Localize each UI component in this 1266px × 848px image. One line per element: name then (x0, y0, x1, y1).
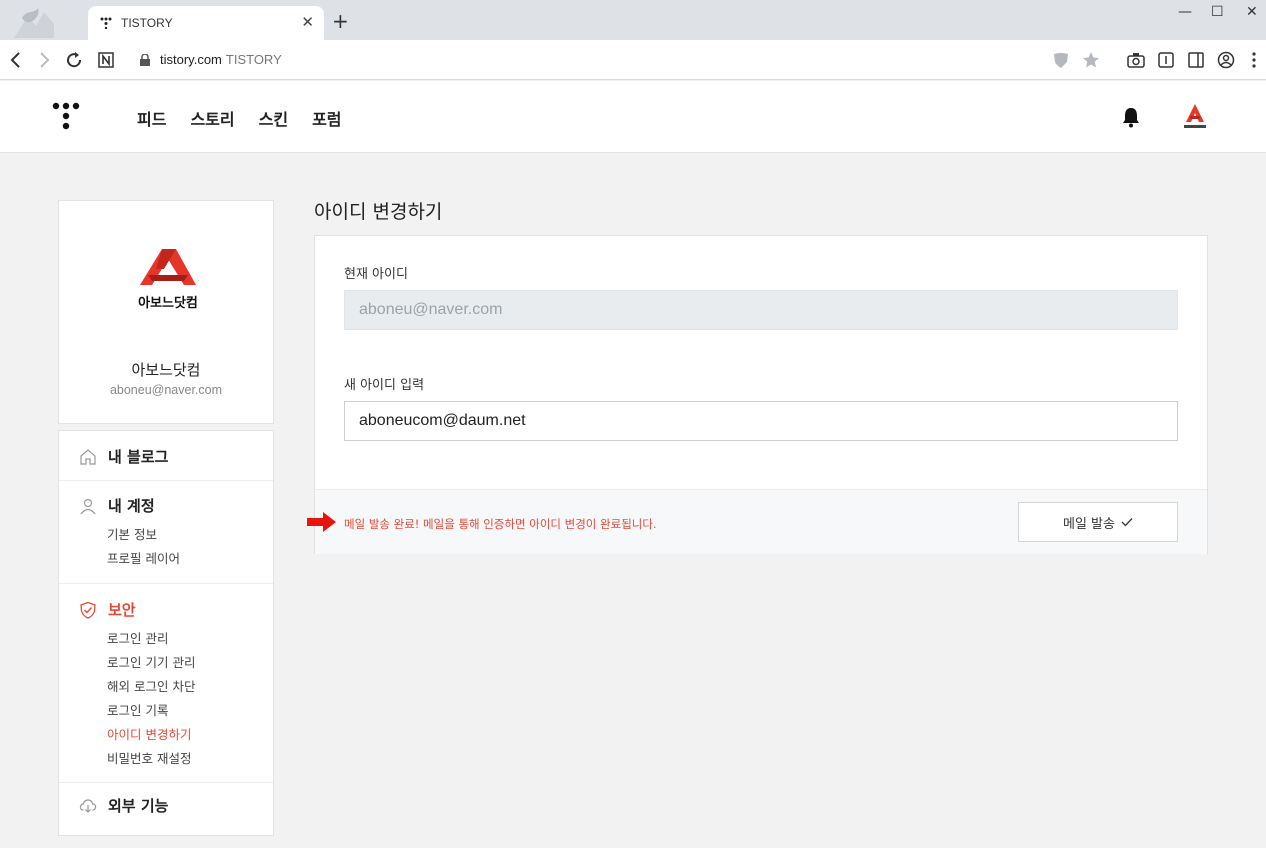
sidebar-panel-icon[interactable] (1186, 50, 1206, 70)
nav-feed[interactable]: 피드 (137, 106, 166, 130)
profile-logo-image: 아보느닷컴 (138, 249, 198, 311)
browser-theme-bird-icon (14, 8, 54, 38)
check-icon (1121, 518, 1133, 527)
new-id-field[interactable] (344, 401, 1178, 441)
red-arrow-icon (307, 512, 336, 532)
browser-tab-active[interactable]: TISTORY ✕ (88, 6, 324, 40)
reload-icon[interactable] (64, 50, 84, 70)
account-menu: 내 블로그 내 계정 기본 정보 프로필 레이어 보안 로그인 관리 로그인 기… (58, 430, 274, 836)
site-header: 피드 스토리 스킨 포럼 (0, 81, 1266, 153)
new-id-label: 새 아이디 입력 (344, 378, 425, 393)
forward-icon[interactable] (34, 50, 54, 70)
camera-icon[interactable] (1126, 50, 1146, 70)
menu-section-security: 보안 로그인 관리 로그인 기기 관리 해외 로그인 차단 로그인 기록 아이디… (59, 584, 273, 783)
send-mail-button[interactable]: 메일 발송 (1018, 502, 1178, 542)
menu-section-account: 내 계정 기본 정보 프로필 레이어 (59, 481, 273, 584)
menu-security-label: 보안 (108, 601, 136, 619)
notification-bell-icon[interactable] (1121, 106, 1141, 128)
window-maximize-button[interactable]: ☐ (1211, 4, 1224, 20)
home-icon (80, 448, 96, 465)
form-footer: 메일 발송 완료! 메일을 통해 인증하면 아이디 변경이 완료됩니다. 메일 … (307, 489, 1207, 554)
window-close-button[interactable]: ✕ (1246, 4, 1258, 20)
mail-sent-notice: 메일 발송 완료! 메일을 통해 인증하면 아이디 변경이 완료됩니다. (344, 517, 657, 531)
profile-name: 아보느닷컴 (131, 361, 201, 379)
user-icon (80, 498, 96, 514)
browser-address-bar: tistory.com TISTORY (0, 40, 1266, 80)
tistory-favicon-icon (100, 17, 112, 29)
menu-my-blog-label: 내 블로그 (108, 448, 169, 466)
page-title: 아이디 변경하기 (314, 201, 443, 223)
menu-login-devices[interactable]: 로그인 기기 관리 (107, 652, 195, 671)
url-site-name: TISTORY (225, 52, 282, 67)
menu-external-label: 외부 기능 (108, 797, 169, 815)
send-mail-label: 메일 발송 (1063, 516, 1115, 532)
menu-section-external: 외부 기능 (59, 783, 273, 835)
current-id-field (344, 290, 1178, 330)
account-profile-icon[interactable] (1216, 50, 1236, 70)
menu-my-blog[interactable]: 내 블로그 (79, 446, 168, 467)
menu-reset-password[interactable]: 비밀번호 재설정 (107, 748, 191, 767)
menu-my-account[interactable]: 내 계정 (79, 495, 155, 516)
menu-overseas-login-block[interactable]: 해외 로그인 차단 (107, 676, 195, 695)
url-field[interactable]: tistory.com TISTORY (160, 52, 282, 67)
menu-my-account-label: 내 계정 (108, 497, 155, 515)
global-nav: 피드 스토리 스킨 포럼 (137, 106, 342, 130)
tab-close-icon[interactable]: ✕ (301, 13, 314, 31)
menu-basic-info[interactable]: 기본 정보 (107, 524, 157, 543)
nav-skin[interactable]: 스킨 (259, 106, 288, 130)
svg-text:아보느닷컴: 아보느닷컴 (138, 295, 198, 311)
more-menu-icon[interactable] (1244, 50, 1264, 70)
tistory-logo-icon[interactable] (52, 102, 80, 132)
back-icon[interactable] (6, 50, 26, 70)
change-id-form: 현재 아이디 새 아이디 입력 메일 발송 완료! 메일을 통해 인증하면 아이… (307, 235, 1208, 554)
lock-icon (140, 54, 150, 66)
menu-login-manage[interactable]: 로그인 관리 (107, 628, 168, 647)
menu-login-history[interactable]: 로그인 기록 (107, 700, 168, 719)
user-avatar[interactable] (1180, 102, 1210, 132)
shield-extension-icon[interactable] (1051, 50, 1071, 70)
menu-change-id[interactable]: 아이디 변경하기 (107, 724, 191, 743)
cloud-download-icon (79, 798, 97, 813)
url-host: tistory.com (160, 52, 222, 67)
bookmark-star-icon[interactable] (1081, 50, 1101, 70)
nav-forum[interactable]: 포럼 (312, 106, 341, 130)
current-id-label: 현재 아이디 (344, 267, 408, 282)
new-tab-button[interactable]: + (332, 11, 349, 31)
menu-external[interactable]: 외부 기능 (79, 795, 168, 816)
tab-title: TISTORY (121, 16, 173, 30)
nav-story[interactable]: 스토리 (190, 106, 234, 130)
naver-home-icon[interactable] (96, 50, 116, 70)
profile-card: 아보느닷컴 아보느닷컴 aboneu@naver.com (58, 200, 274, 424)
menu-section-blog: 내 블로그 (59, 431, 273, 481)
reader-mode-icon[interactable] (1156, 50, 1176, 70)
menu-profile-layer[interactable]: 프로필 레이어 (107, 548, 180, 567)
browser-tab-bar: TISTORY ✕ + — ☐ ✕ (0, 0, 1266, 40)
menu-security[interactable]: 보안 (79, 599, 136, 620)
window-minimize-button[interactable]: — (1178, 4, 1192, 20)
shield-check-icon (80, 601, 96, 619)
profile-email: aboneu@naver.com (109, 383, 223, 397)
